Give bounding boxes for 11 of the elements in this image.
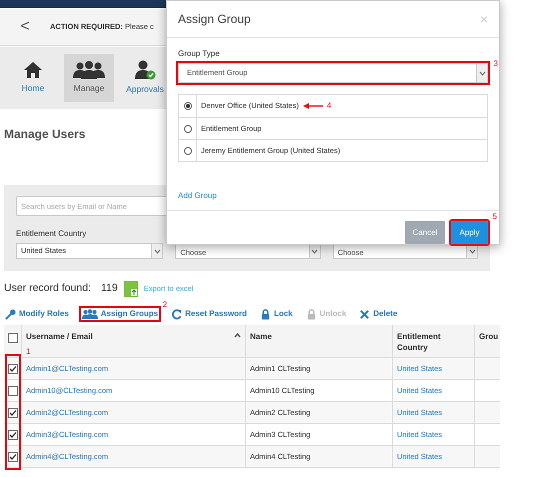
callout-number: 4 [326, 100, 332, 112]
record-count: 119 [100, 281, 118, 296]
callout-number: 2 [162, 299, 168, 311]
page-title: Manage Users [4, 126, 86, 143]
field-label: Group Type [178, 48, 221, 60]
record-count-label: User record found: [4, 281, 91, 296]
callout-number: 1 [26, 346, 30, 358]
dialog-title: Assign Group [178, 11, 251, 28]
callout-number: 5 [492, 211, 497, 223]
field-label: Entitlement Country [16, 228, 86, 240]
callout-number: 3 [494, 58, 498, 70]
